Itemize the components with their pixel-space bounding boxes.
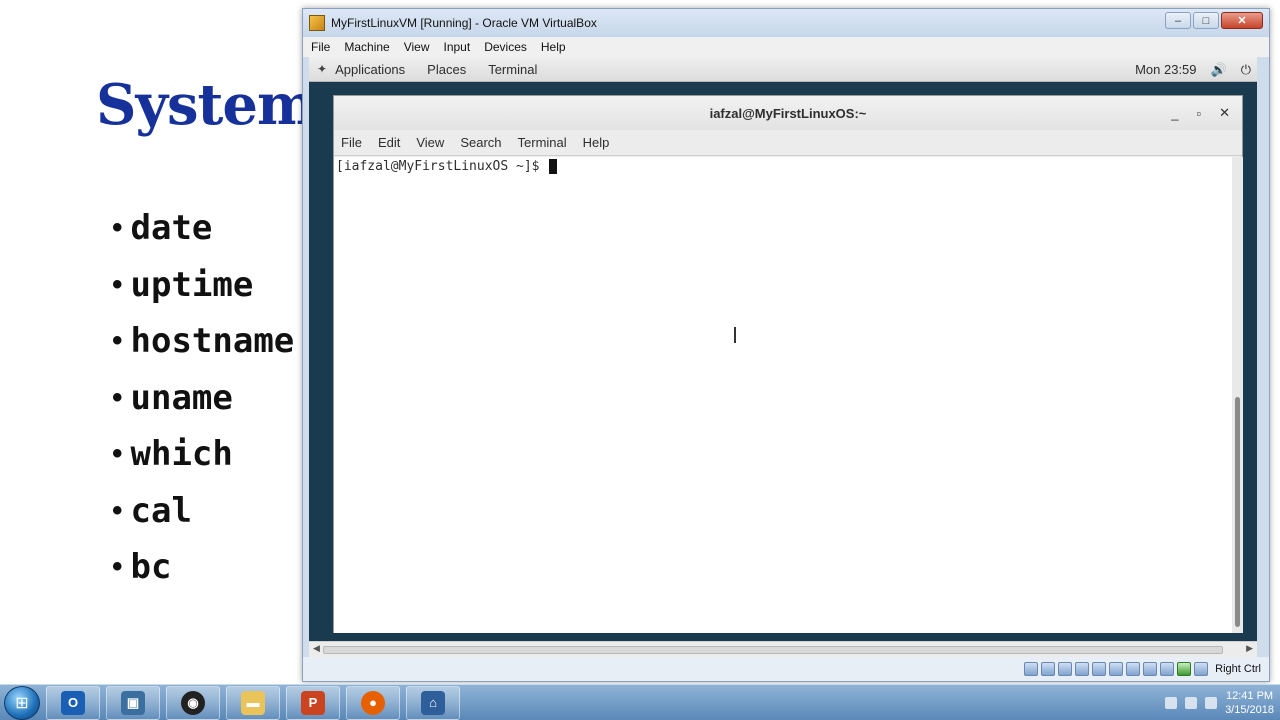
tray-network-icon[interactable] <box>1185 697 1198 709</box>
virtualbox-icon: ▣ <box>121 690 145 715</box>
minimize-button[interactable]: – <box>1165 12 1191 29</box>
bullet-item: • uname <box>112 377 233 418</box>
terminal-menu-help[interactable]: Help <box>583 135 610 150</box>
vbox-status-bar: Right Ctrl <box>303 657 1269 681</box>
shell-prompt: [iafzal@MyFirstLinuxOS ~]$ <box>336 159 548 174</box>
vbox-menubar: File Machine View Input Devices Help <box>303 37 1269 57</box>
terminal-window-controls: _ ▫ ✕ <box>1171 96 1230 130</box>
cpu-icon[interactable] <box>1160 662 1175 676</box>
terminal-close-icon[interactable]: ✕ <box>1219 105 1230 121</box>
obs-icon: ◉ <box>181 690 205 715</box>
terminal-menu-file[interactable]: File <box>341 135 362 150</box>
terminal-maximize-icon[interactable]: ▫ <box>1196 106 1201 121</box>
ibeam-cursor-icon <box>734 327 736 343</box>
bullet-item: • hostname <box>112 321 295 362</box>
virtualbox-window: MyFirstLinuxVM [Running] - Oracle VM Vir… <box>302 8 1270 682</box>
outlook-icon: O <box>61 690 85 715</box>
gnome-status-area: Mon 23:59 🔊 ⏻ <box>1135 57 1251 82</box>
audio-icon[interactable] <box>1058 662 1073 676</box>
vbox-titlebar[interactable]: MyFirstLinuxVM [Running] - Oracle VM Vir… <box>303 9 1269 37</box>
start-button[interactable]: ⊞ <box>4 685 40 720</box>
mouse-integration-icon[interactable] <box>1177 662 1192 676</box>
volume-icon[interactable]: 🔊 <box>1211 62 1227 78</box>
terminal-minimize-icon[interactable]: _ <box>1171 106 1178 121</box>
close-button[interactable]: ✕ <box>1221 12 1263 29</box>
shared-folders-icon[interactable] <box>1109 662 1124 676</box>
slide-title: System <box>96 72 316 138</box>
firefox-icon: ● <box>361 690 385 715</box>
vbox-menu-machine[interactable]: Machine <box>344 40 389 54</box>
taskbar-explorer-button[interactable]: ▬ <box>226 685 280 720</box>
terminal-titlebar[interactable]: iafzal@MyFirstLinuxOS:~ _ ▫ ✕ <box>334 96 1242 130</box>
terminal-window: iafzal@MyFirstLinuxOS:~ _ ▫ ✕ File Edit … <box>333 95 1243 633</box>
taskbar-virtualbox-button[interactable]: ▣ <box>106 685 160 720</box>
text-cursor <box>549 159 558 174</box>
terminal-scrollbar[interactable] <box>1232 157 1243 633</box>
taskbar-clock[interactable]: 12:41 PM 3/15/2018 <box>1225 689 1274 717</box>
usb-icon[interactable] <box>1092 662 1107 676</box>
terminal-menu-edit[interactable]: Edit <box>378 135 400 150</box>
vbox-window-title: MyFirstLinuxVM [Running] - Oracle VM Vir… <box>331 16 597 30</box>
shell-prompt-line: [iafzal@MyFirstLinuxOS ~]$ <box>336 159 558 174</box>
vbox-menu-devices[interactable]: Devices <box>484 40 527 54</box>
terminal-menu-terminal[interactable]: Terminal <box>518 135 567 150</box>
gnome-places-menu[interactable]: Places <box>427 62 466 77</box>
slide-bullet-list: • date • uptime • hostname • uname • which • c… <box>112 200 294 596</box>
taskbar-firefox-button[interactable]: ● <box>346 685 400 720</box>
vbox-horizontal-scrollbar[interactable]: ◀ ▶ <box>309 641 1257 657</box>
gnome-terminal-menu[interactable]: Terminal <box>488 62 537 77</box>
virtualbox-icon <box>309 15 325 31</box>
vbox-horizontal-scrollbar-thumb[interactable] <box>323 646 1223 654</box>
vbox-window-controls: – □ ✕ <box>1165 12 1263 29</box>
network-computer-icon: ⌂ <box>421 690 445 715</box>
terminal-title: iafzal@MyFirstLinuxOS:~ <box>709 105 867 121</box>
gnome-applications-menu[interactable]: Applications <box>335 62 405 77</box>
vbox-menu-help[interactable]: Help <box>541 40 566 54</box>
tray-arrow-icon[interactable] <box>1165 697 1178 709</box>
system-tray: 12:41 PM 3/15/2018 <box>1165 685 1274 720</box>
gnome-clock[interactable]: Mon 23:59 <box>1135 62 1196 77</box>
tray-volume-icon[interactable] <box>1205 697 1218 709</box>
vbox-menu-file[interactable]: File <box>311 40 330 54</box>
clock-date: 3/15/2018 <box>1225 704 1274 716</box>
powerpoint-icon: P <box>301 690 325 715</box>
bullet-item: • uptime <box>112 264 254 305</box>
taskbar-outlook-button[interactable]: O <box>46 685 100 720</box>
scroll-left-icon[interactable]: ◀ <box>313 643 320 654</box>
host-key-label: Right Ctrl <box>1215 663 1261 675</box>
windows-taskbar: ⊞ O ▣ ◉ ▬ P ● ⌂ 12:41 PM 3/15/2018 <box>0 684 1280 720</box>
terminal-menubar: File Edit View Search Terminal Help <box>334 130 1242 156</box>
power-icon[interactable]: ⏻ <box>1241 62 1251 78</box>
terminal-text-area[interactable]: [iafzal@MyFirstLinuxOS ~]$ <box>334 157 1232 633</box>
video-capture-icon[interactable] <box>1143 662 1158 676</box>
display-icon[interactable] <box>1126 662 1141 676</box>
vbox-menu-input[interactable]: Input <box>444 40 471 54</box>
gnome-top-bar: ✦ Applications Places Terminal Mon 23:59… <box>309 57 1257 82</box>
guest-screen[interactable]: ✦ Applications Places Terminal Mon 23:59… <box>309 57 1257 641</box>
maximize-button[interactable]: □ <box>1193 12 1219 29</box>
bullet-item: • date <box>112 208 213 249</box>
hard-disk-icon[interactable] <box>1024 662 1039 676</box>
clock-time: 12:41 PM <box>1225 690 1274 702</box>
taskbar-network-tool-button[interactable]: ⌂ <box>406 685 460 720</box>
optical-drive-icon[interactable] <box>1041 662 1056 676</box>
terminal-menu-search[interactable]: Search <box>460 135 501 150</box>
terminal-scrollbar-thumb[interactable] <box>1235 397 1240 627</box>
vbox-menu-view[interactable]: View <box>404 40 430 54</box>
taskbar-powerpoint-button[interactable]: P <box>286 685 340 720</box>
taskbar-obs-button[interactable]: ◉ <box>166 685 220 720</box>
gnome-foot-icon: ✦ <box>317 62 328 76</box>
bullet-item: • cal <box>112 490 192 531</box>
keyboard-capture-icon[interactable] <box>1194 662 1209 676</box>
terminal-menu-view[interactable]: View <box>416 135 444 150</box>
network-icon[interactable] <box>1075 662 1090 676</box>
bullet-item: • bc <box>112 547 172 588</box>
scroll-right-icon[interactable]: ▶ <box>1246 643 1253 654</box>
bullet-item: • which <box>112 434 233 475</box>
folder-icon: ▬ <box>241 690 265 715</box>
